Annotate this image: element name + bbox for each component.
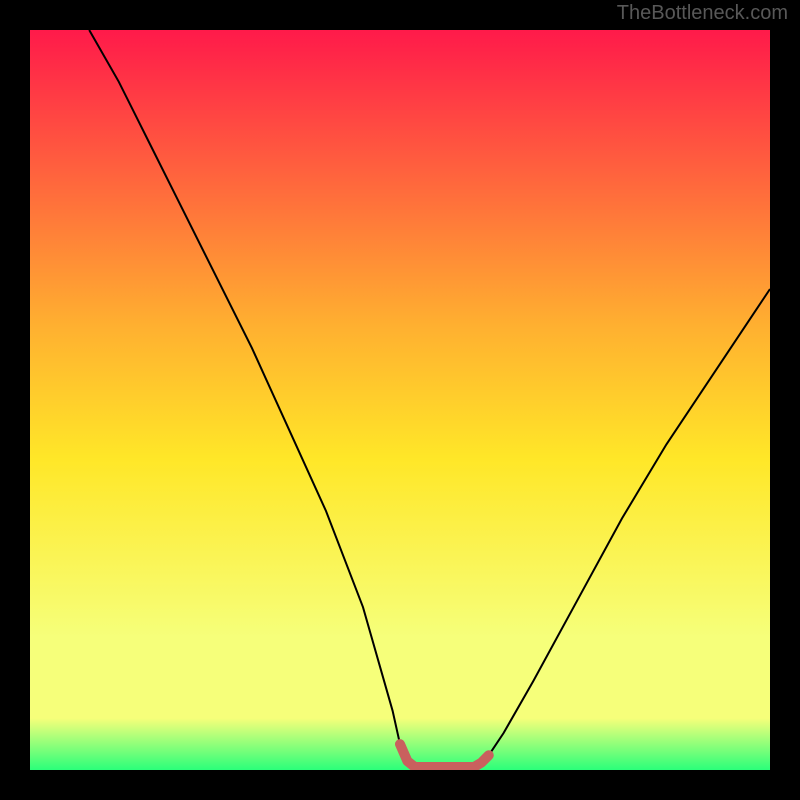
watermark-text: TheBottleneck.com	[617, 2, 788, 25]
gradient-background	[30, 30, 770, 770]
chart-frame: TheBottleneck.com	[0, 0, 800, 800]
bottleneck-chart	[30, 30, 770, 770]
